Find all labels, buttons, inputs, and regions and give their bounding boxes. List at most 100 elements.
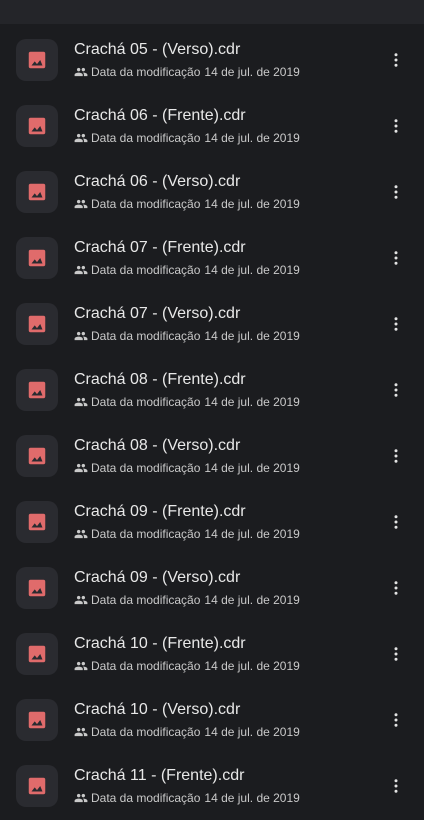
modified-date: 14 de jul. de 2019: [204, 329, 300, 343]
file-meta: Data da modificação 14 de jul. de 2019: [74, 64, 300, 80]
image-icon: [28, 447, 46, 465]
file-name: Crachá 06 - (Verso).cdr: [74, 173, 241, 190]
people-icon: [74, 529, 88, 539]
file-name: Crachá 05 - (Verso).cdr: [74, 41, 241, 58]
image-icon: [28, 117, 46, 135]
file-row[interactable]: Crachá 07 - (Verso).cdr Data da modifica…: [0, 292, 424, 358]
modified-date: 14 de jul. de 2019: [204, 461, 300, 475]
image-thumbnail: [16, 435, 58, 477]
file-row[interactable]: Crachá 10 - (Verso).cdr Data da modifica…: [0, 688, 424, 754]
more-vert-icon: [394, 119, 398, 133]
image-thumbnail: [16, 633, 58, 675]
image-thumbnail: [16, 237, 58, 279]
file-row[interactable]: Crachá 11 - (Frente).cdr Data da modific…: [0, 754, 424, 820]
modified-label: Data da modificação: [91, 725, 201, 739]
image-thumbnail: [16, 501, 58, 543]
file-meta: Data da modificação 14 de jul. de 2019: [74, 328, 300, 344]
modified-date: 14 de jul. de 2019: [204, 791, 300, 805]
more-options-button[interactable]: [384, 642, 408, 666]
file-row[interactable]: Crachá 09 - (Verso).cdr Data da modifica…: [0, 556, 424, 622]
file-name: Crachá 11 - (Frente).cdr: [74, 767, 245, 784]
file-name: Crachá 06 - (Frente).cdr: [74, 107, 246, 124]
people-icon: [74, 727, 88, 737]
file-meta: Data da modificação 14 de jul. de 2019: [74, 526, 300, 542]
more-options-button[interactable]: [384, 708, 408, 732]
file-meta: Data da modificação 14 de jul. de 2019: [74, 790, 300, 806]
file-row[interactable]: Crachá 09 - (Frente).cdr Data da modific…: [0, 490, 424, 556]
image-icon: [28, 381, 46, 399]
file-row[interactable]: Crachá 10 - (Frente).cdr Data da modific…: [0, 622, 424, 688]
people-icon: [74, 265, 88, 275]
more-options-button[interactable]: [384, 312, 408, 336]
image-icon: [28, 777, 46, 795]
file-row[interactable]: Crachá 06 - (Frente).cdr Data da modific…: [0, 94, 424, 160]
modified-date: 14 de jul. de 2019: [204, 659, 300, 673]
image-icon: [28, 249, 46, 267]
file-name: Crachá 08 - (Frente).cdr: [74, 371, 246, 388]
image-thumbnail: [16, 699, 58, 741]
file-name: Crachá 07 - (Frente).cdr: [74, 239, 246, 256]
modified-label: Data da modificação: [91, 527, 201, 541]
file-name: Crachá 10 - (Verso).cdr: [74, 701, 241, 718]
modified-date: 14 de jul. de 2019: [204, 527, 300, 541]
image-icon: [28, 645, 46, 663]
modified-date: 14 de jul. de 2019: [204, 593, 300, 607]
file-row[interactable]: Crachá 05 - (Verso).cdr Data da modifica…: [0, 28, 424, 94]
file-meta: Data da modificação 14 de jul. de 2019: [74, 658, 300, 674]
more-options-button[interactable]: [384, 576, 408, 600]
file-name: Crachá 07 - (Verso).cdr: [74, 305, 241, 322]
modified-date: 14 de jul. de 2019: [204, 197, 300, 211]
more-options-button[interactable]: [384, 444, 408, 468]
file-name: Crachá 10 - (Frente).cdr: [74, 635, 246, 652]
file-meta: Data da modificação 14 de jul. de 2019: [74, 724, 300, 740]
people-icon: [74, 661, 88, 671]
more-options-button[interactable]: [384, 48, 408, 72]
modified-label: Data da modificação: [91, 65, 201, 79]
more-options-button[interactable]: [384, 774, 408, 798]
file-meta: Data da modificação 14 de jul. de 2019: [74, 592, 300, 608]
people-icon: [74, 331, 88, 341]
people-icon: [74, 133, 88, 143]
more-options-button[interactable]: [384, 114, 408, 138]
more-vert-icon: [394, 779, 398, 793]
modified-label: Data da modificação: [91, 791, 201, 805]
people-icon: [74, 199, 88, 209]
file-row[interactable]: Crachá 08 - (Frente).cdr Data da modific…: [0, 358, 424, 424]
file-meta: Data da modificação 14 de jul. de 2019: [74, 460, 300, 476]
image-thumbnail: [16, 369, 58, 411]
file-meta: Data da modificação 14 de jul. de 2019: [74, 394, 300, 410]
more-options-button[interactable]: [384, 510, 408, 534]
file-name: Crachá 08 - (Verso).cdr: [74, 437, 241, 454]
more-vert-icon: [394, 515, 398, 529]
modified-date: 14 de jul. de 2019: [204, 131, 300, 145]
modified-label: Data da modificação: [91, 659, 201, 673]
image-icon: [28, 183, 46, 201]
modified-label: Data da modificação: [91, 593, 201, 607]
people-icon: [74, 67, 88, 77]
more-vert-icon: [394, 647, 398, 661]
more-options-button[interactable]: [384, 180, 408, 204]
people-icon: [74, 793, 88, 803]
more-vert-icon: [394, 713, 398, 727]
image-thumbnail: [16, 39, 58, 81]
people-icon: [74, 463, 88, 473]
modified-label: Data da modificação: [91, 395, 201, 409]
more-vert-icon: [394, 53, 398, 67]
file-meta: Data da modificação 14 de jul. de 2019: [74, 130, 300, 146]
modified-label: Data da modificação: [91, 263, 201, 277]
image-icon: [28, 711, 46, 729]
modified-date: 14 de jul. de 2019: [204, 725, 300, 739]
file-row[interactable]: Crachá 07 - (Frente).cdr Data da modific…: [0, 226, 424, 292]
file-row[interactable]: Crachá 06 - (Verso).cdr Data da modifica…: [0, 160, 424, 226]
people-icon: [74, 397, 88, 407]
more-vert-icon: [394, 317, 398, 331]
more-vert-icon: [394, 251, 398, 265]
more-options-button[interactable]: [384, 378, 408, 402]
modified-label: Data da modificação: [91, 461, 201, 475]
more-vert-icon: [394, 449, 398, 463]
file-name: Crachá 09 - (Verso).cdr: [74, 569, 241, 586]
image-thumbnail: [16, 171, 58, 213]
modified-label: Data da modificação: [91, 329, 201, 343]
more-options-button[interactable]: [384, 246, 408, 270]
file-row[interactable]: Crachá 08 - (Verso).cdr Data da modifica…: [0, 424, 424, 490]
